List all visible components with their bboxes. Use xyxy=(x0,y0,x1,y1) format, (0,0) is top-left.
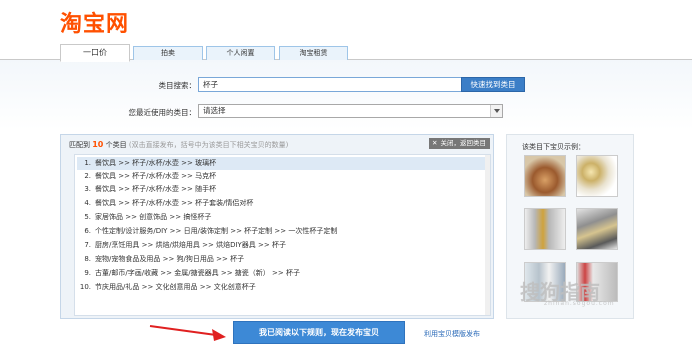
list-item[interactable]: 3. 餐饮具 >> 杯子/水杯/水壶 >> 随手杯 xyxy=(77,183,485,196)
close-icon: ✕ xyxy=(432,139,438,147)
close-results-button[interactable]: ✕ 关闭，返回类目 xyxy=(429,138,490,149)
list-item[interactable]: 5. 家居饰品 >> 创意饰品 >> 搞怪杯子 xyxy=(77,211,485,224)
item-number: 5. xyxy=(84,213,91,221)
category-results-panel: 匹配到 10 个类目 (双击直接发布，括号中为该类目下相关宝贝的数量) ✕ 关闭，… xyxy=(60,134,494,319)
list-item[interactable]: 6. 个性定制/设计服务/DIY >> 日用/装饰定制 >> 杯子定制 >> 一次… xyxy=(77,225,485,238)
category-search-label: 类目搜索： xyxy=(158,81,197,90)
form-background xyxy=(0,60,692,130)
item-number: 10. xyxy=(79,283,91,291)
item-path: 家居饰品 >> 创意饰品 >> 搞怪杯子 xyxy=(95,213,212,221)
item-path: 古董/邮币/字画/收藏 >> 金属/搪瓷器具 >> 搪瓷（新） >> 杯子 xyxy=(95,269,300,277)
recent-category-value: 请选择 xyxy=(203,106,226,115)
sample-thumbnail[interactable] xyxy=(524,208,566,250)
close-results-label: 关闭，返回类目 xyxy=(440,139,487,147)
category-search-input[interactable]: 杯子 xyxy=(198,77,462,92)
tab-fixed-price[interactable]: 一口价 xyxy=(60,44,130,62)
publish-item-button[interactable]: 我已阅读以下规则，现在发布宝贝 xyxy=(233,321,405,344)
item-path: 餐饮具 >> 杯子/水杯/水壶 >> 玻璃杯 xyxy=(95,159,217,167)
sample-thumbnail[interactable] xyxy=(576,155,618,197)
tab-personal-idle[interactable]: 个人闲置 xyxy=(206,46,275,60)
list-item[interactable]: 7. 厨房/烹饪用具 >> 烘焙/烘焙用具 >> 烘焙DIY器具 >> 杯子 xyxy=(77,239,485,252)
sogou-watermark-url: zhinan.sogou.com xyxy=(544,300,615,307)
item-path: 餐饮具 >> 杯子/水杯/水壶 >> 马克杯 xyxy=(95,172,217,180)
item-path: 宠物/宠物食品及用品 >> 狗/狗日用品 >> 杯子 xyxy=(95,255,245,263)
item-path: 个性定制/设计服务/DIY >> 日用/装饰定制 >> 杯子定制 >> 一次性杯… xyxy=(95,227,338,235)
quick-find-category-button[interactable]: 快速找到类目 xyxy=(461,77,525,92)
item-path: 餐饮具 >> 杯子/水杯/水壶 >> 杯子套装/情侣对杯 xyxy=(95,199,254,207)
results-prefix: 匹配到 xyxy=(69,141,90,149)
sample-thumbnail[interactable] xyxy=(576,208,618,250)
item-number: 7. xyxy=(84,241,91,249)
recent-category-select[interactable]: 请选择 xyxy=(198,104,503,118)
tab-rental[interactable]: 淘宝租赁 xyxy=(279,46,348,60)
tab-auction[interactable]: 拍卖 xyxy=(133,46,203,60)
list-item[interactable]: 4. 餐饮具 >> 杯子/水杯/水壶 >> 杯子套装/情侣对杯 xyxy=(77,197,485,210)
item-number: 2. xyxy=(84,172,91,180)
item-path: 节庆用品/礼品 >> 文化创意用品 >> 文化创意杯子 xyxy=(95,283,256,291)
list-item[interactable]: 10. 节庆用品/礼品 >> 文化创意用品 >> 文化创意杯子 xyxy=(77,281,485,294)
list-item[interactable]: 1. 餐饮具 >> 杯子/水杯/水壶 >> 玻璃杯 xyxy=(77,157,485,170)
results-count: 10 xyxy=(92,140,104,149)
results-suffix: 个类目 xyxy=(105,141,127,149)
item-path: 餐饮具 >> 杯子/水杯/水壶 >> 随手杯 xyxy=(95,185,217,193)
item-number: 3. xyxy=(84,185,91,193)
sample-items-title: 该类目下宝贝示例： xyxy=(522,143,585,151)
item-number: 6. xyxy=(84,227,91,235)
item-number: 1. xyxy=(84,159,91,167)
results-hint: (双击直接发布，括号中为该类目下相关宝贝的数量) xyxy=(128,141,289,149)
list-item[interactable]: 9. 古董/邮币/字画/收藏 >> 金属/搪瓷器具 >> 搪瓷（新） >> 杯子 xyxy=(77,267,485,280)
list-item[interactable]: 2. 餐饮具 >> 杯子/水杯/水壶 >> 马克杯 xyxy=(77,170,485,183)
list-scrollbar[interactable] xyxy=(485,155,490,315)
item-number: 4. xyxy=(84,199,91,207)
list-item[interactable]: 8. 宠物/宠物食品及用品 >> 狗/狗日用品 >> 杯子 xyxy=(77,253,485,266)
sample-thumbnail[interactable] xyxy=(524,155,566,197)
item-path: 厨房/烹饪用具 >> 烘焙/烘焙用具 >> 烘焙DIY器具 >> 杯子 xyxy=(95,241,286,249)
results-summary: 匹配到 10 个类目 (双击直接发布，括号中为该类目下相关宝贝的数量) xyxy=(69,140,288,150)
recent-category-label: 您最近使用的类目： xyxy=(128,108,197,117)
item-number: 9. xyxy=(84,269,91,277)
chevron-down-icon[interactable] xyxy=(490,105,502,117)
category-result-list: 1. 餐饮具 >> 杯子/水杯/水壶 >> 玻璃杯 2. 餐饮具 >> 杯子/水杯/… xyxy=(74,154,491,316)
taobao-logo[interactable]: 淘宝网 xyxy=(60,6,129,38)
pointer-arrow-icon xyxy=(149,325,226,341)
item-number: 8. xyxy=(84,255,91,263)
publish-with-template-link[interactable]: 利用宝贝模版发布 xyxy=(424,329,480,339)
